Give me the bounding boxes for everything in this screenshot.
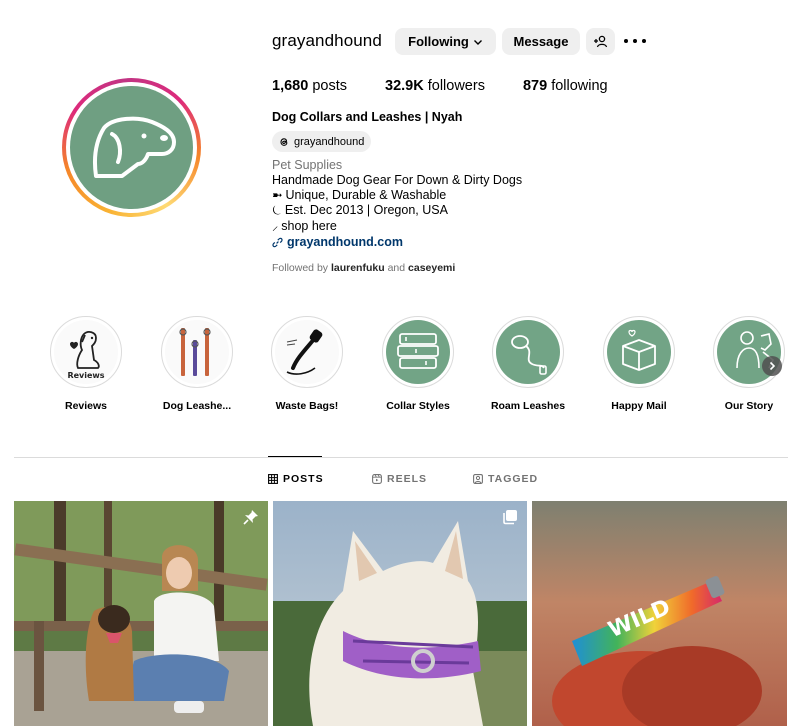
highlight-label: Our Story (724, 400, 774, 412)
tagged-icon (473, 474, 483, 484)
tab-tagged[interactable]: TAGGED (473, 473, 538, 485)
leash-coil-icon (511, 335, 547, 375)
moon-icon: ⏾ (272, 203, 282, 218)
profile-avatar-ring[interactable] (62, 78, 201, 217)
highlight-cover (165, 320, 229, 384)
tab-posts-label: POSTS (283, 473, 324, 485)
message-button-label: Message (513, 34, 569, 49)
profile-bio: Handmade Dog Gear For Down & Dirty Dogs … (272, 173, 522, 250)
following-label: following (551, 78, 608, 94)
threads-badge[interactable]: grayandhound (272, 131, 372, 152)
story-highlights: Reviews Reviews Dog Leashe... Waste Bags… (0, 316, 800, 416)
waste-bag-holder-icon (286, 329, 323, 375)
highlight-cover (275, 320, 339, 384)
carousel-icon (503, 510, 517, 525)
highlights-next-button[interactable] (762, 356, 782, 376)
post-thumbnail[interactable]: WILD (532, 501, 787, 726)
post-thumbnail[interactable] (273, 501, 527, 726)
highlight-label: Dog Leashe... (162, 400, 232, 412)
link-icon (272, 237, 283, 248)
bio-line: Handmade Dog Gear For Down & Dirty Dogs (272, 173, 522, 188)
bio-line: ➼ Unique, Durable & Washable (272, 188, 522, 203)
following-count: 879 (522, 78, 548, 94)
dog-sitting-icon: Reviews (67, 331, 105, 380)
add-user-icon (594, 35, 608, 48)
tab-reels[interactable]: REELS (372, 473, 427, 485)
post-thumbnail[interactable] (14, 501, 268, 726)
svg-text:Reviews: Reviews (67, 371, 104, 380)
active-tab-indicator (268, 456, 322, 457)
dog-head-logo-icon (92, 116, 176, 178)
bio-line-text: Handmade Dog Gear For Down & Dirty Dogs (272, 173, 523, 187)
highlight-cover (607, 320, 671, 384)
tab-posts[interactable]: POSTS (268, 473, 324, 485)
highlight-label: Roam Leashes (490, 400, 566, 412)
highlight-collar-styles[interactable]: Collar Styles (373, 316, 463, 412)
tab-reels-label: REELS (387, 473, 428, 485)
bio-line-text: Est. Dec 2013 | Oregon, USA (284, 203, 448, 218)
post-image-white-dog (273, 501, 527, 726)
following-button-label: Following (408, 34, 469, 49)
posts-stat: 1,680 posts (272, 78, 347, 94)
chevron-right-icon (769, 361, 776, 371)
profile-link[interactable]: grayandhound.com (272, 235, 522, 250)
tabs-divider (14, 457, 788, 458)
grid-icon (268, 474, 278, 484)
highlight-cover: Reviews (54, 320, 118, 384)
collar-stack-icon (397, 333, 439, 369)
bio-line: ⸝ shop here (272, 219, 522, 234)
posts-count: 1,680 (272, 78, 309, 94)
highlight-label: Collar Styles (386, 400, 450, 412)
threads-icon (280, 137, 288, 146)
bio-line: ⏾ Est. Dec 2013 | Oregon, USA (272, 203, 522, 218)
highlight-cover (386, 320, 450, 384)
followed-by-prefix: Followed by (272, 262, 329, 274)
highlight-waste-bags[interactable]: Waste Bags! (262, 316, 352, 412)
bio-line-text: shop here (281, 218, 337, 233)
leashes-icon (179, 328, 211, 376)
highlight-label: Happy Mail (611, 400, 667, 412)
highlight-happy-mail[interactable]: Happy Mail (594, 316, 684, 412)
followed-by-user: caseyemi (408, 262, 456, 274)
post-image-woman-with-dog (14, 501, 268, 726)
profile-username: grayandhound (272, 31, 382, 50)
followed-by-conjunction: and (387, 262, 406, 274)
followed-by[interactable]: Followed by laurenfuku and caseyemi (272, 262, 455, 274)
followers-stat[interactable]: 32.9K followers (385, 78, 485, 94)
posts-label: posts (312, 78, 347, 94)
followers-count: 32.9K (385, 78, 424, 94)
highlight-roam-leashes[interactable]: Roam Leashes (483, 316, 573, 412)
tab-tagged-label: TAGGED (488, 473, 539, 485)
bio-line-text: Unique, Durable & Washable (285, 188, 447, 203)
hook-icon: ⸝ (272, 218, 279, 233)
suggested-users-button[interactable] (586, 28, 615, 55)
package-icon (622, 329, 656, 371)
followers-label: followers (427, 78, 485, 94)
highlight-reviews[interactable]: Reviews Reviews (41, 316, 131, 412)
profile-link-text: grayandhound.com (287, 234, 403, 249)
followed-by-user: laurenfuku (330, 262, 385, 274)
post-image-rainbow-collar: WILD (532, 501, 787, 726)
more-options-icon[interactable] (624, 33, 646, 49)
profile-avatar (70, 86, 193, 209)
reels-icon (372, 474, 382, 484)
highlight-cover (496, 320, 560, 384)
pin-icon (243, 510, 258, 525)
highlight-dog-leashes[interactable]: Dog Leashe... (152, 316, 242, 412)
following-stat[interactable]: 879 following (523, 78, 608, 94)
threads-handle: grayandhound (294, 135, 365, 148)
profile-full-name: Dog Collars and Leashes | Nyah (272, 110, 463, 124)
chevron-down-icon (473, 39, 482, 45)
message-button[interactable]: Message (502, 28, 580, 55)
profile-category: Pet Supplies (272, 158, 343, 172)
highlight-label: Waste Bags! (275, 400, 339, 412)
arrow-icon: ➼ (272, 188, 283, 203)
profile-stats: 1,680 posts 32.9K followers 879 followin… (272, 78, 608, 94)
highlight-label: Reviews (64, 400, 108, 412)
following-button[interactable]: Following (395, 28, 496, 55)
